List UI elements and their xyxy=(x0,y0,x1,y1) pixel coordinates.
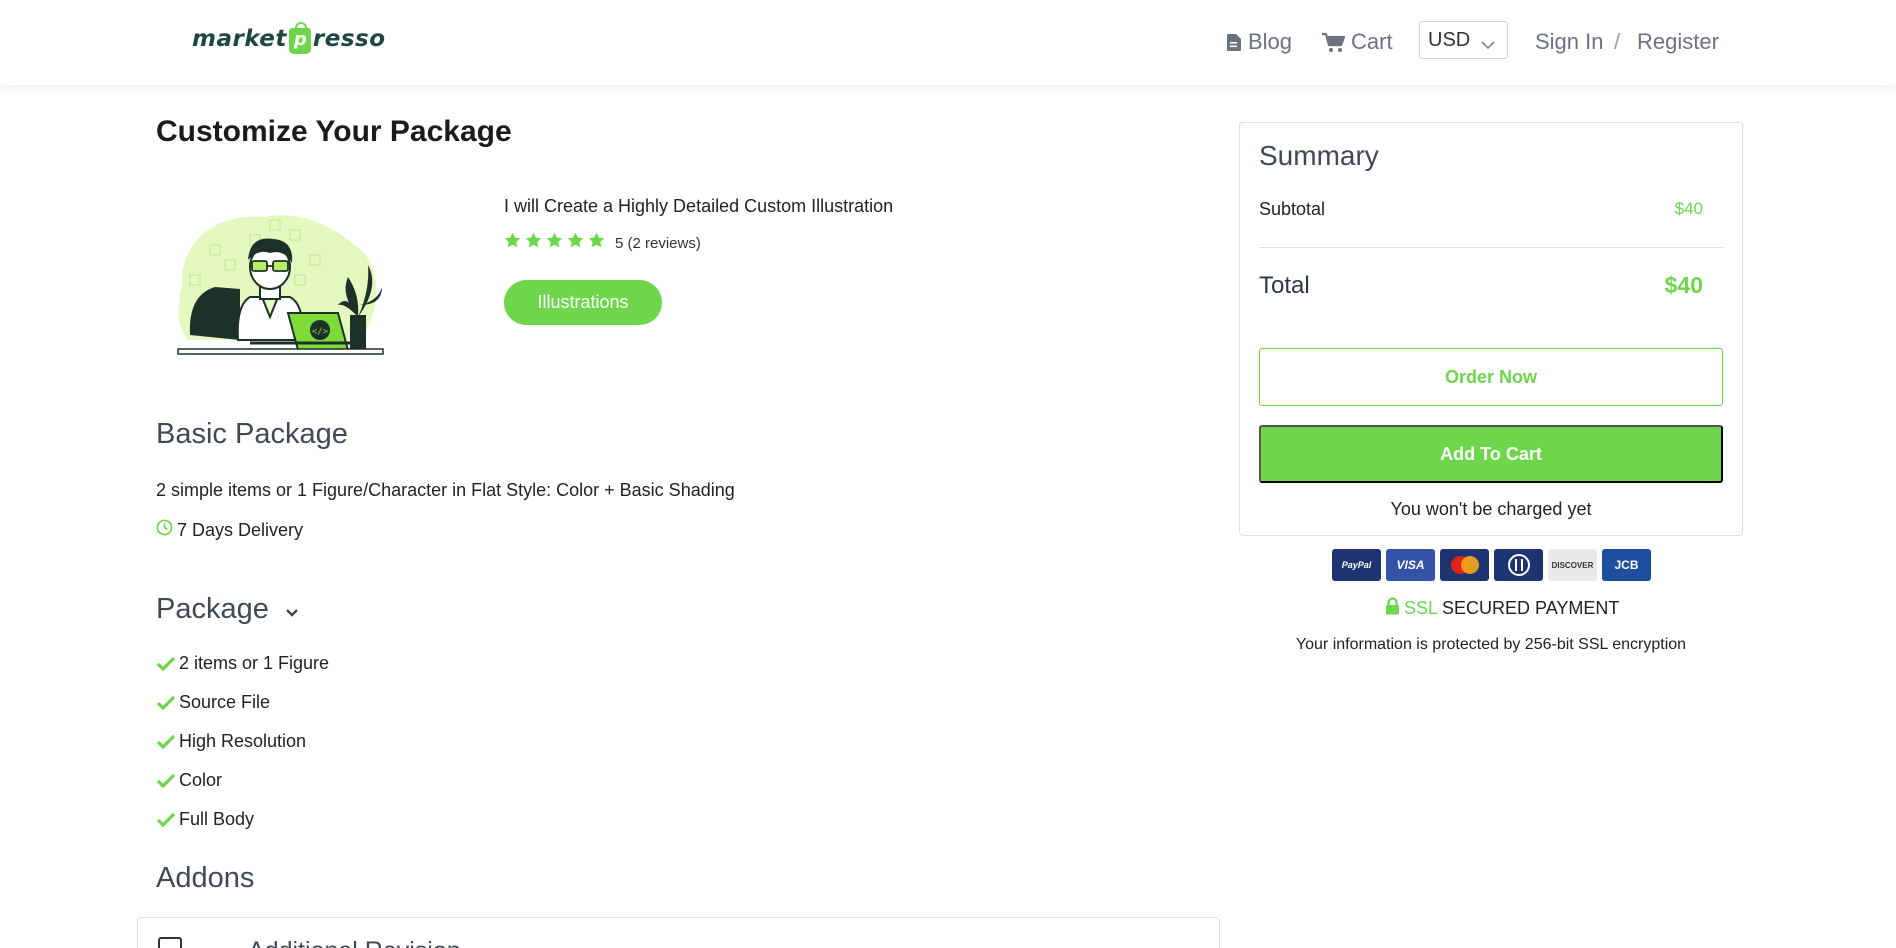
payment-cards: PayPal VISA DISCOVER JCB xyxy=(1332,549,1651,581)
register-link[interactable]: Register xyxy=(1637,22,1719,62)
check-icon xyxy=(156,656,176,671)
star-icon xyxy=(546,232,563,248)
feature-item: High Resolution xyxy=(156,722,329,761)
currency-select[interactable]: USD xyxy=(1419,21,1508,59)
add-to-cart-button[interactable]: Add To Cart xyxy=(1259,425,1723,483)
mastercard-card-icon xyxy=(1440,549,1489,581)
check-icon xyxy=(156,773,176,788)
addon-checkbox[interactable] xyxy=(158,937,182,948)
addons-heading: Addons xyxy=(156,862,255,894)
feature-item: 2 items or 1 Figure xyxy=(156,644,329,683)
feature-item: Source File xyxy=(156,683,329,722)
nav-blog-label: Blog xyxy=(1248,29,1293,54)
star-icon xyxy=(525,232,542,248)
feature-item: Full Body xyxy=(156,800,329,839)
package-dropdown-toggle[interactable]: Package xyxy=(156,593,299,626)
chevron-down-icon xyxy=(1481,33,1495,56)
ssl-label: SSL xyxy=(1404,598,1439,618)
ssl-secured-badge: SSL SECURED PAYMENT xyxy=(1385,597,1619,620)
star-icon xyxy=(504,232,521,248)
logo-text-end: resso xyxy=(312,26,386,52)
top-header: market p resso Blog Cart USD Sign In / R… xyxy=(0,0,1896,85)
package-name: Basic Package xyxy=(156,418,348,450)
subtotal-label: Subtotal xyxy=(1259,199,1326,219)
star-icon xyxy=(567,232,584,248)
feature-label: 2 items or 1 Figure xyxy=(179,653,330,673)
discover-card-icon: DISCOVER xyxy=(1548,549,1597,581)
site-logo[interactable]: market p resso xyxy=(192,22,386,54)
clock-icon xyxy=(156,519,173,541)
jcb-card-icon: JCB xyxy=(1602,549,1651,581)
feature-label: High Resolution xyxy=(179,731,307,751)
rating-text: 5 (2 reviews) xyxy=(615,235,701,252)
no-charge-note: You won't be charged yet xyxy=(1390,499,1592,519)
addon-item[interactable]: Additional Revision xyxy=(137,917,1220,948)
ssl-note: Your information is protected by 256-bit… xyxy=(1295,636,1687,653)
package-features-list: 2 items or 1 Figure Source File High Res… xyxy=(156,644,329,839)
currency-value: USD xyxy=(1428,28,1471,51)
addon-name: Additional Revision xyxy=(248,937,461,948)
package-section-label: Package xyxy=(156,593,269,625)
check-icon xyxy=(156,734,176,749)
delivery-label: 7 Days Delivery xyxy=(177,519,304,540)
visa-card-icon: VISA xyxy=(1386,549,1435,581)
total-label: Total xyxy=(1259,272,1310,299)
sign-in-link[interactable]: Sign In xyxy=(1535,22,1604,62)
subtotal-value: $40 xyxy=(1674,199,1703,218)
gig-title[interactable]: I will Create a Highly Detailed Custom I… xyxy=(504,196,893,217)
order-summary-panel: Summary Subtotal $40 Total $40 Order Now… xyxy=(1239,122,1743,536)
lock-icon xyxy=(1385,597,1400,620)
diners-card-icon xyxy=(1494,549,1543,581)
subtotal-row: Subtotal $40 xyxy=(1259,199,1703,220)
package-description: 2 simple items or 1 Figure/Character in … xyxy=(156,480,735,500)
feature-label: Full Body xyxy=(179,809,255,829)
summary-divider xyxy=(1259,247,1723,248)
star-icon xyxy=(588,232,605,248)
rating-stars xyxy=(504,232,605,248)
cart-icon xyxy=(1321,32,1345,53)
page-title: Customize Your Package xyxy=(156,115,512,148)
delivery-time: 7 Days Delivery xyxy=(156,519,303,541)
feature-label: Color xyxy=(179,770,223,790)
nav-blog-link[interactable]: Blog xyxy=(1225,22,1292,62)
logo-text-start: market xyxy=(192,26,287,52)
total-row: Total $40 xyxy=(1259,272,1703,300)
nav-cart-link[interactable]: Cart xyxy=(1321,22,1393,62)
total-value: $40 xyxy=(1664,272,1703,298)
chevron-down-icon xyxy=(285,593,299,626)
nav-cart-label: Cart xyxy=(1351,29,1393,54)
order-now-button[interactable]: Order Now xyxy=(1259,348,1723,406)
nav-separator: / xyxy=(1614,29,1621,54)
feature-label: Source File xyxy=(179,692,271,712)
blog-icon xyxy=(1225,33,1242,52)
feature-item: Color xyxy=(156,761,329,800)
check-icon xyxy=(156,812,176,827)
category-badge-button[interactable]: Illustrations xyxy=(504,280,662,325)
summary-title: Summary xyxy=(1259,140,1379,171)
shopping-bag-icon: p xyxy=(288,22,311,54)
check-icon xyxy=(156,695,176,710)
svg-text:</>: </> xyxy=(312,327,329,337)
gig-illustration-image: </> xyxy=(170,205,390,370)
secured-payment-label: SECURED PAYMENT xyxy=(1442,598,1620,618)
paypal-card-icon: PayPal xyxy=(1332,549,1381,581)
